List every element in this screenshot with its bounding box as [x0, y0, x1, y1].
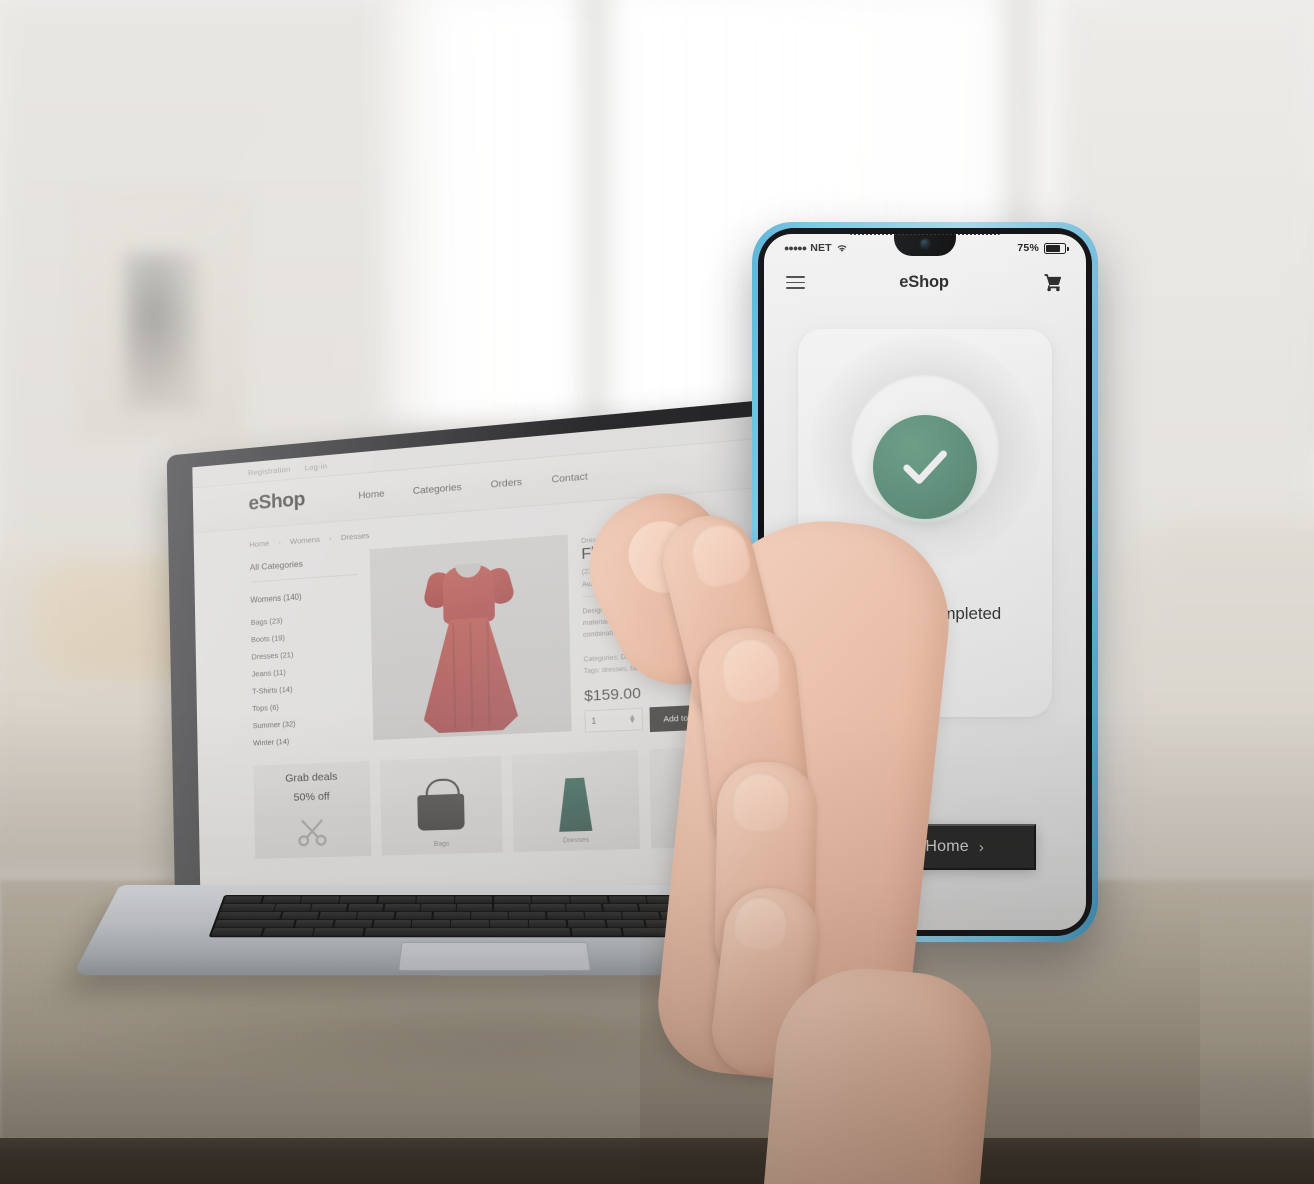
nav-item-contact[interactable]: Contact: [551, 470, 587, 485]
wall-art-frame-left: [72, 195, 248, 445]
breadcrumb-separator-icon: ›: [278, 537, 281, 548]
promo-tile-dresses[interactable]: Dresses: [511, 749, 640, 853]
app-title: eShop: [899, 273, 949, 291]
link-registration[interactable]: Registration: [248, 465, 291, 478]
site-logo[interactable]: eShop: [248, 489, 305, 516]
shopping-cart-icon[interactable]: [1043, 272, 1064, 293]
promo-tile-bags[interactable]: Bags: [379, 755, 503, 856]
nav-item-categories[interactable]: Categories: [413, 481, 462, 497]
quantity-value: 1: [591, 716, 597, 727]
laptop-trackpad[interactable]: [398, 942, 591, 971]
red-dress-illustration: [414, 556, 525, 738]
status-left: ●●●●● NET: [784, 242, 848, 254]
stepper-arrows-icon[interactable]: ▲ ▼: [628, 713, 636, 725]
promo-deal-subtitle: 50% off: [293, 790, 330, 804]
window-mullion-left: [586, 0, 604, 450]
camera-notch: [894, 234, 956, 256]
promo-tile-caption: Dresses: [562, 836, 590, 845]
category-sidebar: All Categories Womens (140) Bags (23) Bo…: [249, 550, 361, 751]
carrier-label: NET: [810, 242, 832, 254]
hand-holding-phone: [640, 500, 1200, 1184]
quantity-stepper[interactable]: 1 ▲ ▼: [584, 708, 644, 734]
nav-item-orders[interactable]: Orders: [490, 476, 522, 490]
hamburger-menu-icon[interactable]: [786, 276, 805, 289]
link-login[interactable]: Log-in: [305, 461, 328, 472]
promo-tile-caption: Bags: [433, 840, 450, 848]
breadcrumb-dresses: Dresses: [340, 530, 370, 543]
earpiece-speaker: [850, 234, 1000, 235]
promo-tile-deals[interactable]: Grab deals 50% off: [253, 760, 372, 859]
promo-deal-title: Grab deals: [285, 770, 338, 785]
battery-icon: [1044, 242, 1069, 254]
wifi-icon: [837, 245, 847, 252]
breadcrumb-separator-icon: ›: [329, 533, 332, 544]
handbag-icon: [417, 793, 465, 831]
product-image[interactable]: [369, 534, 572, 741]
site-nav: Home Categories Orders Contact: [358, 470, 588, 501]
dress-icon: [558, 777, 592, 831]
battery-percent-label: 75%: [1017, 242, 1039, 254]
nav-item-home[interactable]: Home: [358, 488, 385, 502]
status-right: 75%: [1017, 242, 1069, 254]
fingernail: [731, 771, 791, 833]
app-bar: eShop: [764, 256, 1086, 307]
signal-strength-icon: ●●●●●: [784, 243, 807, 253]
breadcrumb-home[interactable]: Home: [249, 539, 269, 550]
scissors-icon: [295, 814, 330, 850]
laptop-lid-notch: [435, 970, 549, 977]
breadcrumb-womens[interactable]: Womens: [290, 535, 320, 546]
